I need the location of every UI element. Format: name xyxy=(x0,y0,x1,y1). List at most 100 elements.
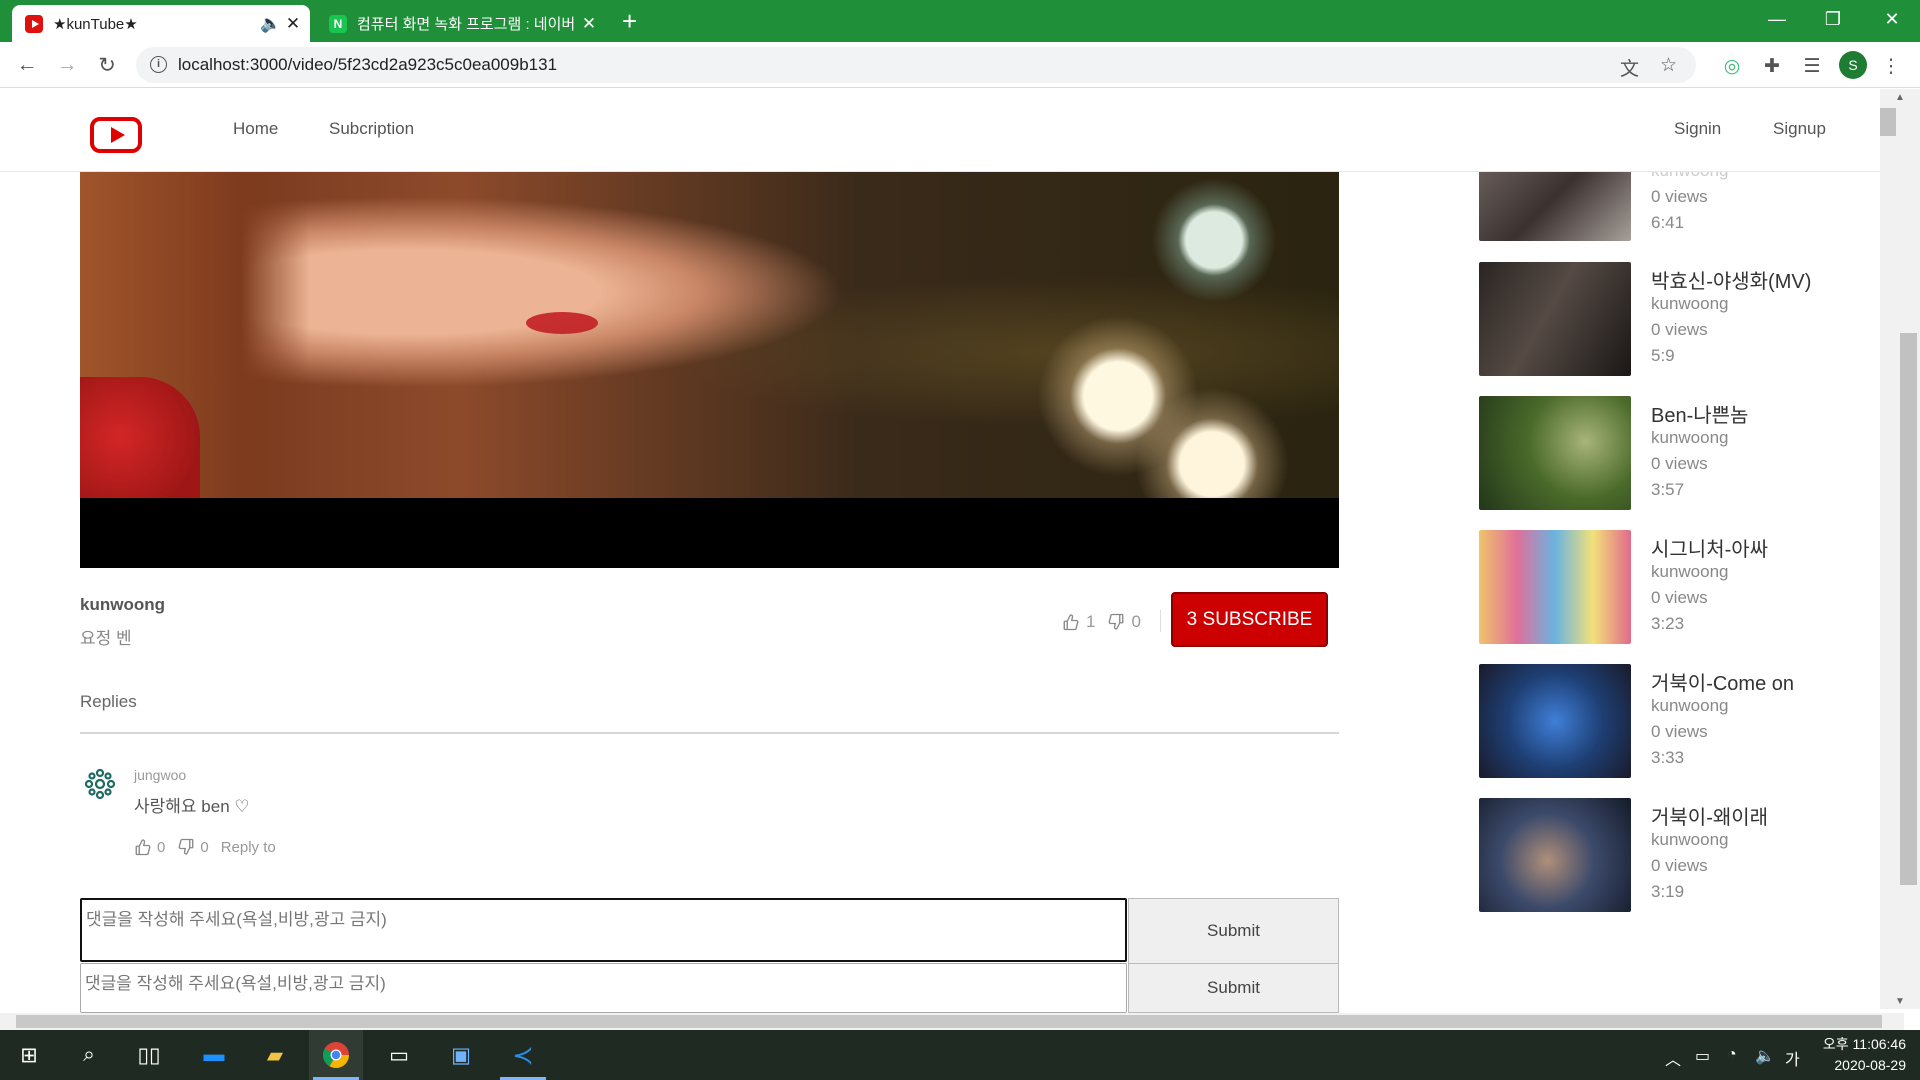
replies-label: Replies xyxy=(80,692,137,711)
video-thumbnail[interactable] xyxy=(1479,798,1631,912)
tray-chevron-icon[interactable]: ︿ xyxy=(1665,1046,1681,1070)
sidebar-video-item[interactable]: 거북이-왜이래 kunwoong 0 views 3:19 xyxy=(1479,798,1839,913)
file-explorer-icon[interactable]: ▰ xyxy=(248,1030,302,1080)
tab-naver[interactable]: N 컴퓨터 화면 녹화 프로그램 : 네이버 ✕ xyxy=(316,5,606,42)
tab-title: ★kunTube★ xyxy=(53,15,138,33)
thumbs-down-icon[interactable] xyxy=(177,838,195,856)
video-title[interactable]: Ben-나쁜놈 xyxy=(1651,399,1748,428)
taskbar-clock[interactable]: 오후 11:06:46 2020-08-29 xyxy=(1806,1034,1906,1076)
divider xyxy=(80,732,1339,734)
horizontal-scroll-thumb[interactable] xyxy=(16,1015,1882,1028)
thumbs-up-icon[interactable] xyxy=(134,838,152,856)
more-menu-icon[interactable]: ⋮ xyxy=(1876,51,1906,81)
comment-text: 사랑해요 ben ♡ xyxy=(134,797,250,816)
video-thumbnail[interactable] xyxy=(1479,396,1631,510)
youtube-logo-icon[interactable] xyxy=(90,117,142,153)
dislike-count: 0 xyxy=(1131,612,1141,631)
avatar xyxy=(84,768,116,800)
submit-button[interactable]: Submit xyxy=(1128,898,1339,964)
scroll-down-icon[interactable]: ▼ xyxy=(1880,996,1920,1007)
video-views: 0 views xyxy=(1651,320,1708,339)
chrome-icon[interactable] xyxy=(309,1030,363,1080)
page-scroll-thumb[interactable] xyxy=(1900,333,1917,885)
reply-input[interactable]: 댓글을 작성해 주세요(욕설,비방,광고 금지) xyxy=(80,963,1127,1013)
scroll-up-icon[interactable]: ▲ xyxy=(1880,92,1920,103)
sidebar-video-item[interactable]: Ben-나쁜놈 kunwoong 0 views 3:57 xyxy=(1479,396,1839,511)
extension-circle-icon[interactable]: ◎ xyxy=(1717,51,1747,81)
reload-icon[interactable]: ↻ xyxy=(92,50,122,80)
video-views: 0 views xyxy=(1651,722,1708,741)
terminal-icon[interactable]: ▭ xyxy=(372,1030,426,1080)
search-icon[interactable]: ⌕ xyxy=(62,1030,116,1080)
video-title[interactable]: 시그니처-아싸 xyxy=(1651,533,1768,562)
comment-input[interactable]: 댓글을 작성해 주세요(욕설,비방,광고 금지) xyxy=(80,898,1127,962)
address-bar[interactable]: i localhost:3000/video/5f23cd2a923c5c0ea… xyxy=(136,47,1696,83)
video-thumbnail[interactable] xyxy=(1479,664,1631,778)
ime-indicator[interactable]: 가 xyxy=(1785,1046,1800,1070)
task-view-icon[interactable]: ▯▯ xyxy=(122,1030,176,1080)
video-views: 0 views xyxy=(1651,454,1708,473)
video-thumbnail[interactable] xyxy=(1479,530,1631,644)
subscribe-button[interactable]: 3 SUBSCRIBE xyxy=(1171,592,1328,647)
submit-button[interactable]: Submit xyxy=(1128,963,1339,1013)
desktop-app-icon[interactable]: ▬ xyxy=(187,1030,241,1080)
video-duration: 3:19 xyxy=(1651,882,1685,901)
sidebar-video-item[interactable]: 박효신-야생화(MV) kunwoong 0 views 5:9 xyxy=(1479,262,1839,377)
video-player[interactable] xyxy=(80,172,1339,568)
back-icon[interactable]: ← xyxy=(12,50,42,80)
control-panel-icon[interactable]: ▣ xyxy=(434,1030,488,1080)
video-views: 0 views xyxy=(1651,588,1708,607)
site-header: Home Subcription Signin Signup xyxy=(0,89,1880,172)
bookmark-star-icon[interactable]: ☆ xyxy=(1660,54,1677,77)
video-author: kunwoong xyxy=(1651,830,1729,849)
video-author: kunwoong xyxy=(1651,428,1729,447)
comment-username: jungwoo xyxy=(134,767,187,783)
video-thumbnail[interactable] xyxy=(1479,262,1631,376)
wifi-icon[interactable]: ◔ xyxy=(1727,1046,1737,1064)
close-window-icon[interactable]: ✕ xyxy=(1864,0,1920,38)
video-duration: 5:9 xyxy=(1651,346,1675,365)
maximize-icon[interactable]: ❐ xyxy=(1805,0,1861,38)
video-title[interactable]: 거북이-왜이래 xyxy=(1651,801,1768,830)
windows-start-icon[interactable]: ⊞ xyxy=(2,1030,56,1080)
close-tab-icon[interactable]: ✕ xyxy=(578,14,600,34)
close-tab-icon[interactable]: ✕ xyxy=(282,14,304,34)
reply-to-link[interactable]: Reply to xyxy=(221,839,276,856)
video-duration: 6:41 xyxy=(1651,213,1685,232)
chrome-logo-icon xyxy=(322,1042,350,1069)
nav-home[interactable]: Home xyxy=(233,119,278,139)
vscode-icon[interactable]: ≺ xyxy=(496,1030,550,1080)
clock-time: 오후 11:06:46 xyxy=(1822,1036,1906,1052)
scroll-thumb[interactable] xyxy=(1880,108,1896,136)
media-control-icon[interactable]: ☰ xyxy=(1797,51,1827,81)
video-title[interactable]: 거북이-Come on xyxy=(1651,667,1794,696)
translate-icon[interactable]: 文 xyxy=(1620,54,1639,81)
forward-icon[interactable]: → xyxy=(52,50,82,80)
sidebar-video-item[interactable]: 시그니처-아싸 kunwoong 0 views 3:23 xyxy=(1479,530,1839,645)
video-author: kunwoong xyxy=(1651,696,1729,715)
extensions-puzzle-icon[interactable]: ✚ xyxy=(1757,51,1787,81)
new-tab-icon[interactable]: + xyxy=(622,6,637,37)
site-info-icon[interactable]: i xyxy=(150,56,167,73)
video-author: kunwoong xyxy=(80,595,165,614)
video-duration: 3:57 xyxy=(1651,480,1685,499)
nav-signup[interactable]: Signup xyxy=(1773,119,1826,139)
browser-toolbar: ← → ↻ i localhost:3000/video/5f23cd2a923… xyxy=(0,42,1920,88)
nav-signin[interactable]: Signin xyxy=(1674,119,1721,139)
speaker-icon[interactable]: 🔈 xyxy=(260,14,282,34)
thumbs-down-icon[interactable] xyxy=(1107,613,1125,631)
video-author: kunwoong xyxy=(1651,294,1729,313)
nav-subscription[interactable]: Subcription xyxy=(329,119,414,139)
sidebar-video-item[interactable]: 거북이-Come on kunwoong 0 views 3:33 xyxy=(1479,664,1839,779)
video-title[interactable]: 박효신-야생화(MV) xyxy=(1651,265,1811,294)
video-frame-detail xyxy=(526,312,598,334)
battery-icon[interactable]: ▭ xyxy=(1695,1046,1710,1066)
profile-avatar[interactable]: S xyxy=(1839,51,1867,79)
volume-icon[interactable]: 🔈 xyxy=(1755,1046,1775,1066)
minimize-icon[interactable]: — xyxy=(1749,0,1805,38)
youtube-favicon-icon xyxy=(25,14,43,33)
tab-kuntube[interactable]: ★kunTube★ 🔈 ✕ xyxy=(12,5,310,42)
thumbs-up-icon[interactable] xyxy=(1062,613,1080,631)
video-views: 0 views xyxy=(1651,187,1708,206)
video-description: 요정 벤 xyxy=(80,629,132,648)
